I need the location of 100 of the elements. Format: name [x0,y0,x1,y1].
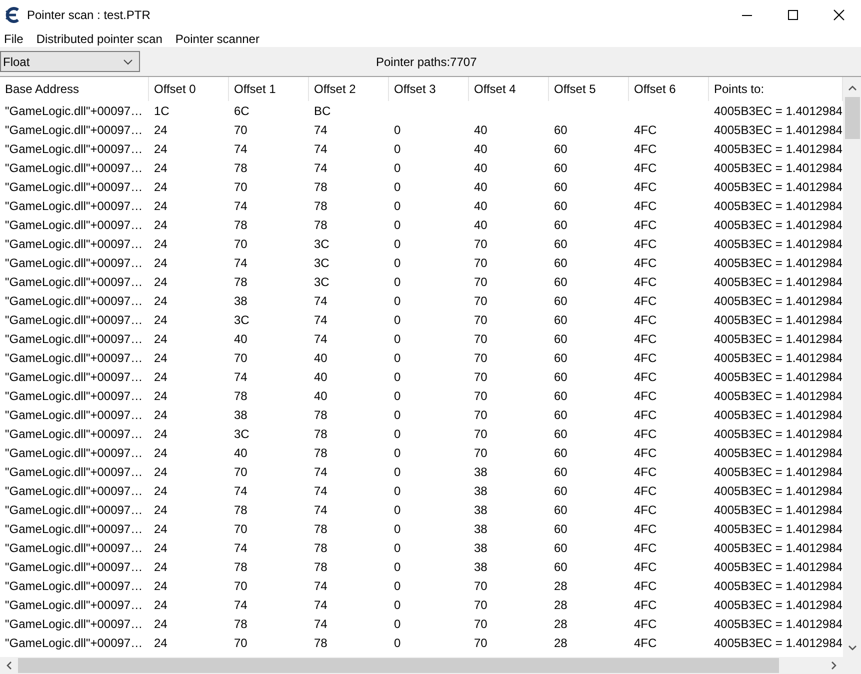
table-cell: 24 [154,122,168,136]
table-cell: 4FC [634,446,657,460]
table-cell: 24 [154,180,168,194]
table-cell: 4FC [634,218,657,232]
column-header[interactable]: Offset 3 [389,77,469,101]
table-cell: 0 [394,560,401,574]
table-cell: 24 [154,388,168,402]
maximize-icon[interactable] [787,9,799,21]
table-cell: 24 [154,160,168,174]
table-cell: 28 [554,578,568,592]
table-cell: 4FC [634,160,657,174]
table-cell: 0 [394,160,401,174]
table-cell: 70 [474,616,488,630]
table-cell: 70 [234,464,248,478]
table-cell: 4005B3EC = 1.4012984 [714,522,842,536]
table-cell: "GameLogic.dll"+00097… [5,522,143,536]
table-cell: 4FC [634,578,657,592]
table-cell: 24 [154,578,168,592]
table-cell: 60 [554,274,568,288]
table-cell: 4FC [634,464,657,478]
scroll-down-icon[interactable] [848,645,856,651]
table-cell: 28 [554,636,568,650]
table-cell: "GameLogic.dll"+00097… [5,274,143,288]
table-cell: 40 [234,446,248,460]
table-cell: 28 [554,616,568,630]
table-cell: 4FC [634,142,657,156]
table-cell: 78 [314,540,328,554]
table-cell: 70 [474,426,488,440]
table-cell: 0 [394,180,401,194]
table-cell: "GameLogic.dll"+00097… [5,408,143,422]
table-cell: 78 [234,388,248,402]
table-cell: 60 [554,256,568,270]
table-cell: "GameLogic.dll"+00097… [5,388,143,402]
table-cell: 4005B3EC = 1.4012984 [714,122,842,136]
table-cell: 74 [314,578,328,592]
column-header[interactable]: Base Address [0,77,149,101]
table-cell: 40 [474,198,488,212]
type-dropdown[interactable]: Float [0,51,140,72]
table-cell: 70 [474,294,488,308]
table-cell: 4005B3EC = 1.4012984 [714,578,842,592]
column-header[interactable]: Offset 4 [469,77,549,101]
table-cell: 24 [154,636,168,650]
scroll-right-icon[interactable] [831,661,838,670]
menu-item[interactable]: Distributed pointer scan [36,32,162,46]
table-cell: 0 [394,236,401,250]
table-cell: 4005B3EC = 1.4012984 [714,484,842,498]
table-cell: 70 [474,598,488,612]
table-cell: 74 [314,122,328,136]
column-header[interactable]: Offset 6 [629,77,709,101]
table-cell: 78 [234,160,248,174]
table-cell: 74 [234,142,248,156]
table-cell: 0 [394,540,401,554]
table-cell: "GameLogic.dll"+00097… [5,636,143,650]
table-cell: 60 [554,484,568,498]
table-cell: 60 [554,540,568,554]
table-cell: 6C [234,104,250,118]
table-cell: 70 [474,236,488,250]
table-cell: 74 [314,332,328,346]
scroll-left-icon[interactable] [6,661,12,670]
column-header[interactable]: Offset 2 [309,77,389,101]
table-cell: 24 [154,256,168,270]
table-cell: 24 [154,560,168,574]
table-cell: 4005B3EC = 1.4012984 [714,560,842,574]
column-header[interactable]: Offset 5 [549,77,629,101]
table-cell: 4005B3EC = 1.4012984 [714,312,842,326]
table-cell: 78 [234,274,248,288]
table-cell: 70 [474,370,488,384]
scroll-up-icon[interactable] [848,85,856,91]
table-cell: 24 [154,484,168,498]
table-cell: 38 [234,408,248,422]
table-cell: 4005B3EC = 1.4012984 [714,388,842,402]
table-cell: 4005B3EC = 1.4012984 [714,142,842,156]
table-cell: 24 [154,274,168,288]
table-cell: 24 [154,616,168,630]
table-cell: 4005B3EC = 1.4012984 [714,540,842,554]
table-cell: 60 [554,236,568,250]
horizontal-scroll-thumb[interactable] [18,658,780,673]
table-cell: 28 [554,598,568,612]
table-cell: 78 [314,560,328,574]
close-icon[interactable] [833,9,845,21]
menu-item[interactable]: Pointer scanner [175,32,260,46]
column-header[interactable]: Offset 1 [229,77,309,101]
table-cell: 0 [394,350,401,364]
table-cell: 4FC [634,522,657,536]
vertical-scroll-thumb[interactable] [844,97,860,139]
table-cell: 4005B3EC = 1.4012984 [714,408,842,422]
table-cell: "GameLogic.dll"+00097… [5,256,143,270]
table-cell: 78 [234,560,248,574]
app-icon [5,7,21,23]
column-header[interactable]: Offset 0 [149,77,229,101]
table-cell: 0 [394,332,401,346]
pointer-paths-count: Pointer paths:7707 [376,54,477,68]
table-cell: 4FC [634,180,657,194]
table-cell: "GameLogic.dll"+00097… [5,578,143,592]
table-cell: 60 [554,332,568,346]
table-cell: 38 [474,560,488,574]
menu-item[interactable]: File [4,32,24,46]
table-cell: 3C [314,274,330,288]
table-cell: 78 [314,446,328,460]
table-cell: 4FC [634,408,657,422]
